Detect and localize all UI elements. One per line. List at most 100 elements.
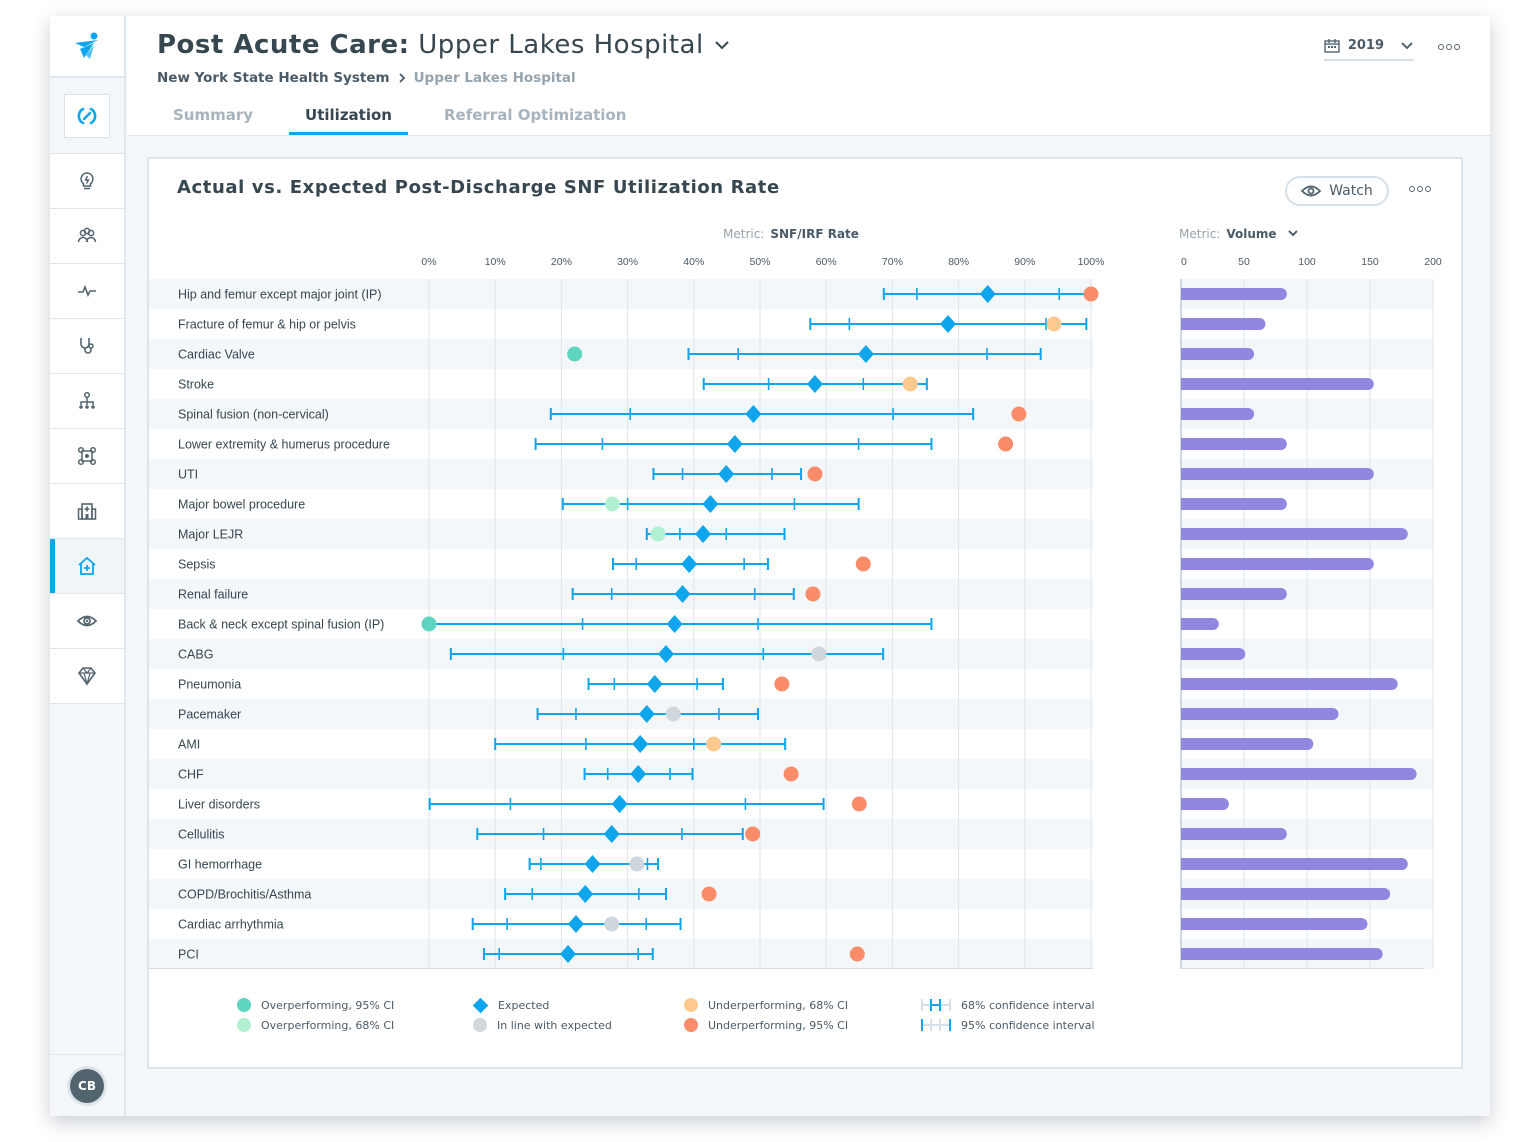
expected-diamond [567, 915, 584, 933]
volume-bar [1181, 528, 1408, 540]
volume-bar-base [1181, 618, 1189, 630]
breadcrumb: New York State Health System Upper Lakes… [157, 70, 576, 86]
metric-rate-value: SNF/IRF Rate [770, 227, 859, 241]
volume-bar-base [1181, 438, 1189, 450]
actual-point [604, 916, 620, 932]
year-value: 2019 [1347, 38, 1384, 53]
logo[interactable] [50, 16, 124, 78]
category-label: Hip and femur except major joint (IP) [178, 288, 382, 302]
user-area: CB [50, 1054, 124, 1116]
legend-label: Expected [498, 998, 550, 1012]
volume-bar [1181, 738, 1314, 750]
card-title: Actual vs. Expected Post-Discharge SNF U… [177, 177, 780, 198]
tab-bar: Summary Utilization Referral Optimizatio… [157, 104, 662, 135]
app-window: CB Post Acute Care: Upper Lakes Hospital… [50, 16, 1490, 1116]
ci-marker [528, 855, 660, 873]
row-stripe [149, 519, 1093, 549]
volume-tick-label: 100 [1298, 256, 1316, 268]
metric-volume-select[interactable]: Metric: Volume [1179, 227, 1299, 241]
sidebar-item-stethoscope[interactable] [50, 319, 124, 374]
ci-marker [421, 615, 933, 633]
expected-diamond [806, 375, 823, 393]
legend-col-2: Expected In line with expected [472, 995, 612, 1035]
sidebar-item-network[interactable] [50, 429, 124, 484]
sidebar-item-diamond[interactable] [50, 649, 124, 704]
lightbulb-icon [80, 172, 94, 190]
metric-rate: Metric: SNF/IRF Rate [723, 227, 859, 241]
volume-bar [1181, 498, 1287, 510]
ci95-swatch-icon [921, 1019, 951, 1031]
volume-bar [1181, 318, 1266, 330]
avatar[interactable]: CB [70, 1068, 104, 1103]
header-more-icon[interactable] [1438, 44, 1460, 50]
tab-referral-optimization[interactable]: Referral Optimization [428, 104, 642, 135]
tab-summary[interactable]: Summary [157, 104, 269, 135]
card-more-icon[interactable] [1409, 186, 1431, 192]
actual-point [629, 856, 645, 872]
app-switcher[interactable] [50, 78, 124, 154]
year-selector[interactable]: 2019 [1323, 38, 1414, 61]
volume-bar-base [1181, 498, 1189, 510]
watch-label: Watch [1329, 183, 1373, 199]
page-title[interactable]: Post Acute Care: Upper Lakes Hospital [157, 30, 730, 60]
actual-point [805, 586, 821, 602]
ci68-swatch-icon [921, 999, 951, 1011]
sidebar-item-hierarchy[interactable] [50, 374, 124, 429]
actual-point [783, 766, 799, 782]
legend-label: Overperforming, 95% CI [261, 998, 395, 1012]
metric-volume-label: Metric: [1179, 227, 1221, 241]
volume-bar-base [1181, 318, 1189, 330]
home-health-icon [78, 556, 96, 575]
watch-button[interactable]: Watch [1285, 176, 1389, 206]
expected-diamond [666, 615, 683, 633]
tab-utilization[interactable]: Utilization [289, 104, 408, 135]
sidebar-item-home-health[interactable] [50, 539, 124, 594]
legend-swatch [684, 1018, 698, 1032]
pulse-icon [78, 284, 96, 297]
title-prefix: Post Acute Care: [157, 30, 410, 60]
actual-point [1046, 316, 1062, 332]
actual-point [745, 826, 761, 842]
volume-bar [1181, 378, 1374, 390]
sidebar-item-pulse[interactable] [50, 264, 124, 319]
category-label: CHF [178, 768, 204, 782]
x-tick-label: 30% [617, 256, 638, 268]
x-tick-label: 10% [485, 256, 506, 268]
volume-bar [1181, 348, 1255, 360]
sidebar-item-eye[interactable] [50, 594, 124, 649]
volume-bar [1181, 678, 1398, 690]
legend-col-4: 68% confidence interval 95% confidence i… [921, 995, 1095, 1035]
volume-bar-base [1181, 678, 1189, 690]
volume-bar [1181, 708, 1339, 720]
x-tick-label: 100% [1078, 256, 1105, 268]
volume-bar [1181, 558, 1374, 570]
volume-bar [1181, 648, 1246, 660]
header: Post Acute Care: Upper Lakes Hospital Ne… [127, 16, 1490, 136]
legend-label: 95% confidence interval [961, 1018, 1095, 1032]
category-label: PCI [178, 948, 199, 962]
sidebar-item-lightbulb[interactable] [50, 154, 124, 209]
volume-bar-base [1181, 768, 1189, 780]
legend-inline: In line with expected [473, 1015, 612, 1035]
x-tick-label: 80% [948, 256, 969, 268]
category-label: AMI [178, 738, 200, 752]
category-label: Major bowel procedure [178, 498, 305, 512]
legend-label: Underperforming, 68% CI [708, 998, 849, 1012]
sidebar-item-hospital[interactable] [50, 484, 124, 539]
legend-swatch [237, 1018, 251, 1032]
actual-point [1083, 286, 1099, 302]
people-icon [77, 227, 97, 243]
sidebar-item-people[interactable] [50, 209, 124, 264]
switch-box[interactable] [64, 93, 110, 138]
category-label: Major LEJR [178, 528, 243, 542]
volume-bar [1181, 768, 1417, 780]
legend-swatch [237, 998, 251, 1012]
stethoscope-icon [80, 338, 94, 354]
eye-icon [1301, 185, 1322, 197]
chevron-down-icon[interactable] [714, 39, 730, 51]
network-icon [77, 446, 97, 466]
metric-volume-value: Volume [1226, 227, 1277, 241]
volume-bar-base [1181, 858, 1189, 870]
actual-point [604, 496, 620, 512]
breadcrumb-system[interactable]: New York State Health System [157, 70, 390, 86]
